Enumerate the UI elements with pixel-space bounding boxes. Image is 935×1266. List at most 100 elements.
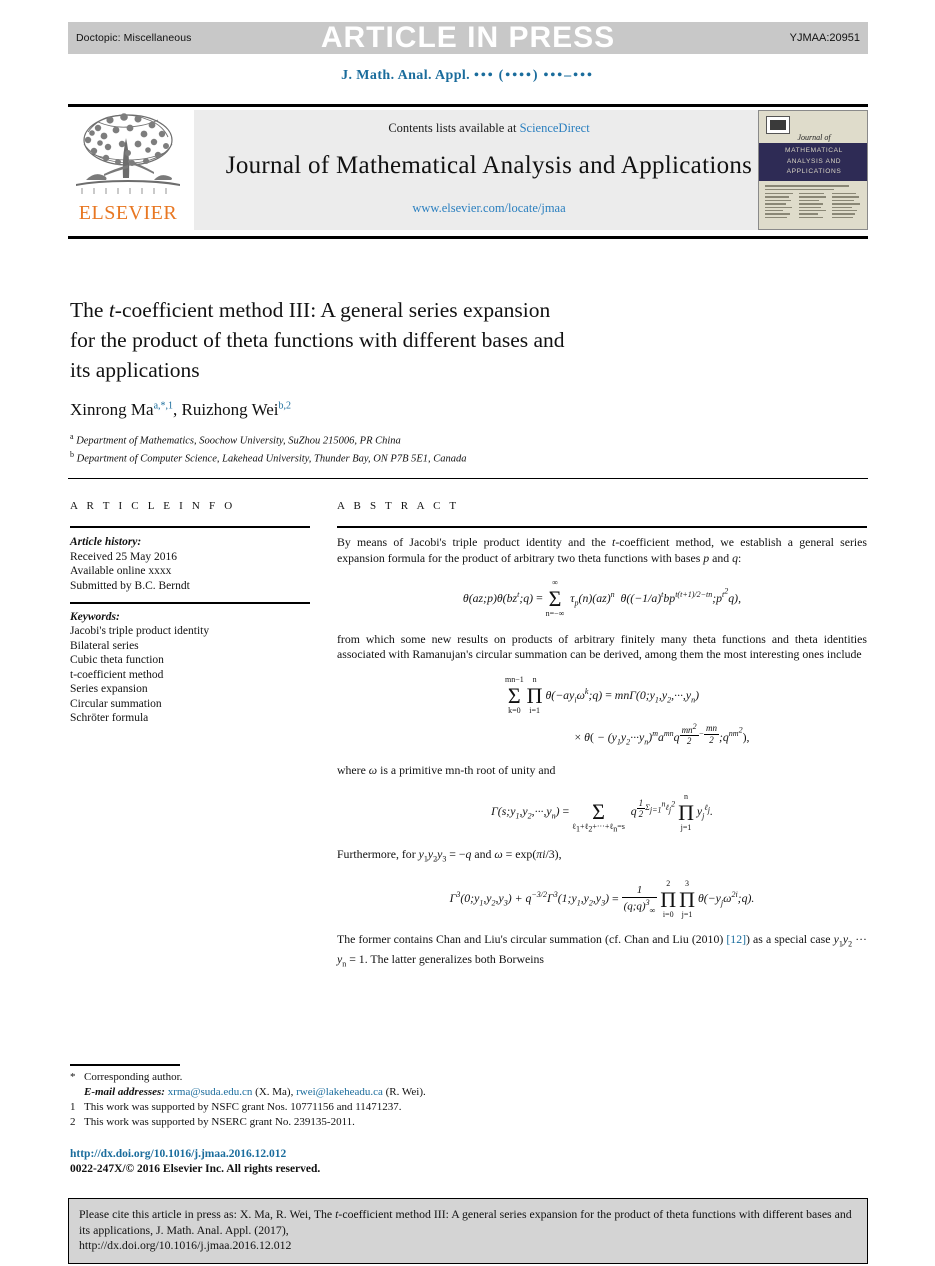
journal-homepage-url[interactable]: www.elsevier.com/locate/jmaa bbox=[194, 201, 784, 216]
running-head: J. Math. Anal. Appl. ••• (••••) •••–••• bbox=[0, 68, 935, 84]
reference-link-12[interactable]: [12] bbox=[726, 932, 746, 946]
title-bottom-rule bbox=[68, 478, 868, 479]
journal-info-panel: Contents lists available at ScienceDirec… bbox=[194, 110, 784, 230]
cite-this-article-box: Please cite this article in press as: X.… bbox=[68, 1198, 868, 1264]
affiliation-mark-a: a bbox=[70, 432, 74, 441]
article-in-press-text: ARTICLE IN PRESS bbox=[320, 21, 616, 54]
footnote-note-2-text: This work was supported by NSERC grant N… bbox=[84, 1116, 355, 1128]
abstract-equation-2-line-2: × θ( − (y1y2···yn)mamnq mn2 2− mn 2 ;qnm2), bbox=[574, 721, 750, 747]
cover-script-word: Journal of bbox=[797, 133, 831, 142]
footnote-marker-asterisk: * bbox=[70, 1071, 76, 1083]
article-info-heading: A R T I C L E I N F O bbox=[70, 500, 236, 512]
abstract-rule bbox=[337, 526, 867, 528]
journal-masthead: ELSEVIER Contents lists available at Sci… bbox=[68, 110, 868, 230]
abstract-equation-2-line-1: mn−1 Σk=0 n Πi=1 θ(−ayiωk;q) = mnΓ(0;y1,y2… bbox=[504, 674, 700, 716]
keyword-item: Series expansion bbox=[70, 683, 148, 695]
journal-title: Journal of Mathematical Analysis and App… bbox=[225, 152, 753, 179]
cover-text-lines bbox=[765, 185, 863, 192]
footnote-corresponding-author: * Corresponding author. bbox=[70, 1070, 630, 1085]
footnote-note-1-text: This work was supported by NSFC grant No… bbox=[84, 1101, 402, 1113]
keywords-label: Keywords: bbox=[70, 610, 120, 623]
title-line-1-rest: -coefficient method III: A general serie… bbox=[114, 298, 551, 322]
masthead-bottom-rule bbox=[68, 236, 868, 239]
keywords-block: Keywords: Jacobi's triple product identi… bbox=[70, 610, 310, 726]
abstract-paragraph-5: The former contains Chan and Liu's circu… bbox=[337, 932, 867, 969]
author-name-2: Ruizhong Wei bbox=[181, 400, 279, 419]
abstract-heading: A B S T R A C T bbox=[337, 500, 460, 512]
abstract-equation-4: Γ3(0;y1,y2,y3) + q−3/2Γ3(1;y1,y2,y3) = 1… bbox=[449, 878, 755, 920]
cover-band-line-1: MATHEMATICAL bbox=[785, 147, 843, 154]
doi-link[interactable]: http://dx.doi.org/10.1016/j.jmaa.2016.12… bbox=[70, 1148, 286, 1160]
cite-prefix: Please cite this article in press as: X.… bbox=[79, 1207, 336, 1221]
running-head-journal: J. Math. Anal. Appl. bbox=[341, 68, 471, 83]
keyword-item: t-coefficient method bbox=[70, 668, 164, 681]
contents-prefix-text: Contents lists available at bbox=[388, 121, 517, 135]
article-id-label: YJMAA:20951 bbox=[789, 32, 860, 44]
footnote-corresponding-text: Corresponding author. bbox=[84, 1071, 183, 1083]
email-link-1[interactable]: xrma@suda.edu.cn bbox=[168, 1086, 253, 1098]
cover-band-line-3: APPLICATIONS bbox=[786, 168, 842, 175]
footnote-emails: E-mail addresses: xrma@suda.edu.cn (X. M… bbox=[70, 1085, 630, 1100]
abstract-paragraph-3: where ω is a primitive mn-th root of uni… bbox=[337, 762, 556, 777]
affiliation-mark-b: b bbox=[70, 449, 74, 459]
footnote-separator-rule bbox=[70, 1064, 180, 1066]
footnote-marker-1: 1 bbox=[70, 1101, 76, 1113]
keyword-item: Cubic theta function bbox=[70, 654, 164, 666]
page-title: The t-coefficient method III: A general … bbox=[70, 295, 710, 385]
copyright-line: 0022-247X/© 2016 Elsevier Inc. All right… bbox=[70, 1163, 321, 1175]
article-history-item: Available online xxxx bbox=[70, 565, 172, 577]
keyword-item: Jacobi's triple product identity bbox=[70, 625, 210, 637]
footnote-note-1: 1 This work was supported by NSFC grant N… bbox=[70, 1100, 630, 1115]
abstract-paragraph-2: from which some new results on products … bbox=[337, 631, 867, 662]
sciencedirect-link[interactable]: ScienceDirect bbox=[520, 121, 590, 135]
article-history-item: Submitted by B.C. Berndt bbox=[70, 579, 190, 592]
article-info-column: A R T I C L E I N F O Article history: R… bbox=[70, 500, 310, 726]
author-list: Xinrong Maa,*,1, Ruizhong Weib,2 bbox=[70, 400, 292, 419]
abstract-equation-3: Γ(s;y1,y2,···,yn) = Σℓ1+ℓ2+···+ℓn=s q12Σ… bbox=[491, 791, 713, 834]
elsevier-wordmark: ELSEVIER bbox=[78, 202, 178, 224]
cover-elsevier-icon bbox=[766, 116, 790, 134]
email-link-2[interactable]: rwei@lakeheadu.ca bbox=[296, 1086, 383, 1098]
abstract-paragraph-4: Furthermore, for y1y2y3 = −q and ω = exp… bbox=[337, 846, 562, 864]
affiliation-text-b: Department of Computer Science, Lakehead… bbox=[76, 453, 467, 464]
journal-cover-thumbnail: Journal of MATHEMATICAL ANALYSIS AND APP… bbox=[758, 110, 868, 230]
keyword-item: Bilateral series bbox=[70, 639, 139, 652]
footnote-note-2: 2 This work was supported by NSERC grant … bbox=[70, 1115, 630, 1130]
contents-available-line: Contents lists available at ScienceDirec… bbox=[194, 121, 784, 136]
email-owner-2: (R. Wei). bbox=[385, 1086, 426, 1098]
running-head-year: (••••) bbox=[498, 68, 540, 83]
abstract-body: By means of Jacobi's triple product iden… bbox=[337, 535, 867, 972]
title-line-1-prefix: The bbox=[70, 298, 109, 322]
affiliation-list: a Department of Mathematics, Soochow Uni… bbox=[70, 430, 770, 465]
cite-url: http://dx.doi.org/10.1016/j.jmaa.2016.12… bbox=[79, 1238, 292, 1252]
affiliation-a: a Department of Mathematics, Soochow Uni… bbox=[70, 430, 770, 448]
abstract-equation-1: θ(az;p)θ(bzt;q) = ∞ Σn=−∞ τp(n)(az)n θ((−… bbox=[462, 578, 742, 619]
email-addresses-label: E-mail addresses: bbox=[84, 1086, 165, 1098]
author-marks-2: b,2 bbox=[278, 400, 292, 412]
title-line-3: its applications bbox=[70, 358, 200, 382]
keywords-rule bbox=[70, 602, 310, 604]
author-name-1: Xinrong Ma bbox=[70, 400, 154, 419]
article-history-item: Received 25 May 2016 bbox=[70, 550, 177, 563]
cover-band-line-2: ANALYSIS AND bbox=[786, 157, 842, 165]
title-line-2: for the product of theta functions with … bbox=[70, 328, 565, 352]
affiliation-b: b Department of Computer Science, Lakehe… bbox=[70, 448, 770, 466]
keyword-item: Circular summation bbox=[70, 697, 162, 710]
keyword-item: Schröter formula bbox=[70, 712, 149, 724]
email-owner-1: (X. Ma), bbox=[255, 1086, 294, 1098]
article-info-rule bbox=[70, 526, 310, 528]
masthead-top-rule bbox=[68, 104, 868, 107]
affiliation-text-a: Department of Mathematics, Soochow Unive… bbox=[76, 435, 401, 447]
abstract-column: A B S T R A C T By means of Jacobi's tri… bbox=[337, 500, 867, 976]
author-marks-1: a,*,1 bbox=[153, 400, 174, 412]
footnote-block: * Corresponding author. E-mail addresses:… bbox=[70, 1070, 630, 1130]
article-history-block: Article history: Received 25 May 2016 Av… bbox=[70, 535, 310, 593]
article-in-press-bar: Doctopic: Miscellaneous ARTICLE IN PRESS… bbox=[68, 22, 868, 54]
cover-contents-columns bbox=[765, 193, 863, 220]
cover-title-band: MATHEMATICAL ANALYSIS AND APPLICATIONS bbox=[759, 143, 867, 181]
abstract-paragraph-1: By means of Jacobi's triple product iden… bbox=[337, 535, 867, 565]
footnote-marker-2: 2 bbox=[70, 1116, 76, 1128]
article-history-label: Article history: bbox=[70, 536, 142, 548]
running-head-pages: •••–••• bbox=[543, 68, 594, 83]
running-head-volume: ••• bbox=[474, 68, 495, 83]
